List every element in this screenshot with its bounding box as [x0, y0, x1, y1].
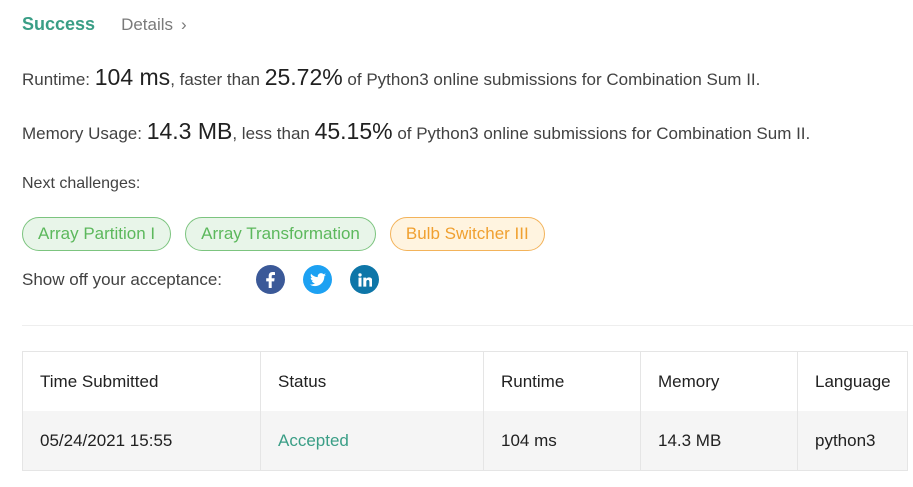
- runtime-label: Runtime:: [22, 70, 95, 89]
- memory-label: Memory Usage:: [22, 124, 147, 143]
- cell-memory: 14.3 MB: [641, 411, 798, 470]
- memory-stat: Memory Usage: 14.3 MB, less than 45.15% …: [22, 118, 810, 145]
- status-accepted-link[interactable]: Accepted: [278, 431, 349, 451]
- twitter-icon: [309, 272, 326, 286]
- submissions-table: Time Submitted Status Runtime Memory Lan…: [22, 351, 908, 471]
- facebook-icon: [265, 271, 275, 288]
- cell-runtime: 104 ms: [484, 411, 641, 470]
- cell-language: python3: [815, 430, 876, 450]
- memory-value: 14.3 MB: [146, 118, 233, 144]
- section-divider: [22, 325, 913, 326]
- submission-result-panel: Success Details › Runtime: 104 ms, faste…: [0, 0, 913, 487]
- column-header-status: Status: [261, 352, 484, 411]
- next-challenges-list: Array Partition I Array Transformation B…: [22, 217, 545, 251]
- table-row: 05/24/2021 15:55 Accepted 104 ms 14.3 MB…: [23, 411, 907, 470]
- twitter-share-button[interactable]: [303, 265, 333, 294]
- chevron-right-icon: ›: [181, 14, 187, 34]
- memory-tail-text: of Python3 online submissions for Combin…: [392, 124, 811, 143]
- column-header-runtime: Runtime: [484, 352, 641, 411]
- details-label: Details: [121, 14, 174, 34]
- challenge-chip-array-partition-i[interactable]: Array Partition I: [22, 217, 172, 251]
- column-header-memory: Memory: [641, 352, 798, 411]
- runtime-percent: 25.72%: [264, 64, 343, 90]
- result-header: Success Details ›: [22, 14, 187, 35]
- runtime-tail-text: of Python3 online submissions for Combin…: [342, 70, 761, 89]
- share-label: Show off your acceptance:: [22, 269, 223, 289]
- column-header-language: Language: [815, 371, 891, 391]
- challenge-chip-array-transformation[interactable]: Array Transformation: [185, 217, 376, 251]
- details-link[interactable]: Details ›: [121, 15, 187, 35]
- cell-time-submitted: 05/24/2021 15:55: [23, 411, 261, 470]
- social-share-buttons: [256, 265, 380, 294]
- next-challenges-label: Next challenges:: [22, 175, 141, 192]
- column-header-time-submitted: Time Submitted: [23, 352, 261, 411]
- facebook-share-button[interactable]: [256, 265, 286, 294]
- runtime-mid-text: , faster than: [170, 70, 265, 89]
- memory-percent: 45.15%: [314, 118, 393, 144]
- memory-mid-text: , less than: [232, 124, 315, 143]
- cell-status: Accepted: [261, 411, 484, 470]
- result-status-title: Success: [22, 14, 96, 34]
- challenge-chip-bulb-switcher-iii[interactable]: Bulb Switcher III: [389, 217, 545, 251]
- table-header-row: Time Submitted Status Runtime Memory Lan…: [23, 352, 907, 411]
- runtime-value: 104 ms: [94, 64, 171, 90]
- runtime-stat: Runtime: 104 ms, faster than 25.72% of P…: [22, 64, 760, 91]
- linkedin-share-button[interactable]: [350, 265, 380, 294]
- linkedin-icon: [357, 272, 372, 287]
- share-row: Show off your acceptance:: [22, 265, 380, 294]
